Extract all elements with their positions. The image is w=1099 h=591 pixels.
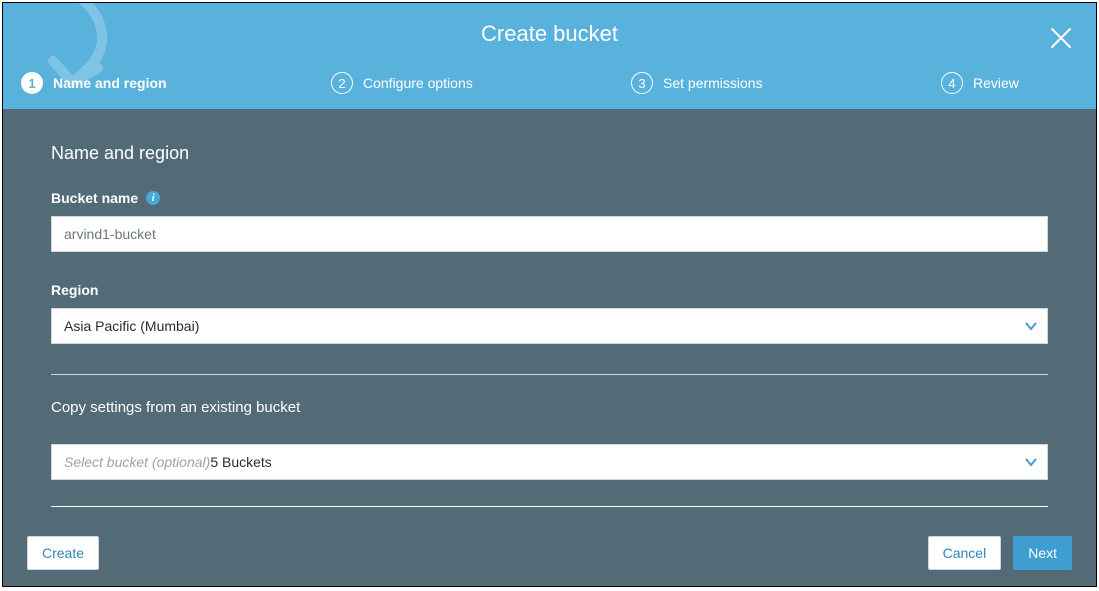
step-label: Configure options	[363, 75, 473, 91]
create-bucket-modal: Create bucket 1 Name and region 2 Config…	[2, 2, 1097, 587]
bucket-name-label-row: Bucket name i	[51, 190, 1048, 206]
copy-bucket-select[interactable]: Select bucket (optional)5 Buckets	[51, 444, 1048, 480]
step-label: Set permissions	[663, 75, 763, 91]
step-number-icon: 2	[331, 72, 353, 94]
copy-bucket-placeholder: Select bucket (optional)	[64, 454, 210, 470]
region-select[interactable]: Asia Pacific (Mumbai)	[51, 308, 1048, 344]
modal-body: Name and region Bucket name i Region Asi…	[3, 109, 1096, 520]
wizard-steps: 1 Name and region 2 Configure options 3 …	[3, 65, 1096, 109]
footer-right-group: Cancel Next	[928, 536, 1072, 570]
copy-bucket-count: 5 Buckets	[210, 454, 271, 470]
copy-settings-label: Copy settings from an existing bucket	[51, 399, 1048, 416]
step-number-icon: 3	[631, 72, 653, 94]
copy-bucket-select-value: Select bucket (optional)5 Buckets	[51, 444, 1048, 480]
bucket-name-input[interactable]	[51, 216, 1048, 252]
info-icon[interactable]: i	[146, 191, 160, 205]
step-name-and-region[interactable]: 1 Name and region	[21, 72, 331, 94]
create-button[interactable]: Create	[27, 536, 99, 570]
section-title: Name and region	[51, 143, 1048, 164]
region-select-value: Asia Pacific (Mumbai)	[51, 308, 1048, 344]
modal-header: Create bucket 1 Name and region 2 Config…	[3, 3, 1096, 109]
step-configure-options[interactable]: 2 Configure options	[331, 72, 631, 94]
modal-title: Create bucket	[3, 21, 1096, 47]
bucket-name-label: Bucket name	[51, 190, 138, 206]
step-label: Review	[973, 75, 1019, 91]
step-set-permissions[interactable]: 3 Set permissions	[631, 72, 941, 94]
region-label-row: Region	[51, 282, 1048, 298]
step-review[interactable]: 4 Review	[941, 72, 1019, 94]
step-label: Name and region	[53, 75, 167, 91]
step-number-icon: 4	[941, 72, 963, 94]
step-number-icon: 1	[21, 72, 43, 94]
cancel-button[interactable]: Cancel	[928, 536, 1002, 570]
bucket-name-group: Bucket name i	[51, 190, 1048, 252]
region-group: Region Asia Pacific (Mumbai)	[51, 282, 1048, 344]
divider	[51, 374, 1048, 375]
close-icon[interactable]	[1050, 27, 1072, 49]
modal-footer: Create Cancel Next	[3, 520, 1096, 586]
divider	[51, 506, 1048, 507]
next-button[interactable]: Next	[1013, 536, 1072, 570]
region-label: Region	[51, 282, 98, 298]
